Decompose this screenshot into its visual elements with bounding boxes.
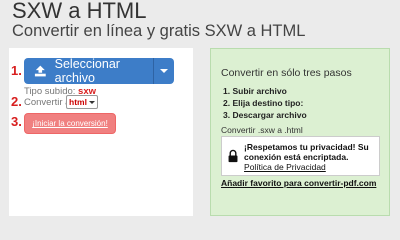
converter-panel: 1. Seleccionar archivo Tipo subido: sxw … — [9, 48, 193, 216]
step-3-number: 3. — [11, 114, 22, 129]
target-format-value: html — [69, 97, 87, 107]
file-select-split-button: Seleccionar archivo — [24, 58, 174, 84]
privacy-heading: ¡Respetamos tu privacidad! Su conexión e… — [244, 142, 369, 162]
privacy-text: ¡Respetamos tu privacidad! Su conexión e… — [244, 142, 373, 172]
step-item-text: Elija destino tipo: — [232, 98, 304, 108]
chevron-down-icon — [160, 69, 168, 73]
lock-icon — [228, 149, 238, 163]
upload-icon — [34, 65, 46, 77]
step-1-number: 1. — [11, 63, 22, 78]
select-file-button[interactable]: Seleccionar archivo — [24, 58, 154, 84]
select-file-label: Seleccionar archivo — [54, 58, 120, 84]
chevron-down-icon — [88, 100, 95, 104]
step-item: 2. Elija destino tipo: — [223, 98, 304, 108]
info-panel: Convertir en sólo tres pasos 1. Subir ar… — [210, 48, 390, 216]
page-subtitle: Convertir en línea y gratis SXW a HTML — [12, 22, 306, 40]
step-item: 1. Subir archivo — [223, 86, 287, 96]
step-item: 3. Descargar archivo — [223, 110, 307, 120]
privacy-notice: ¡Respetamos tu privacidad! Su conexión e… — [221, 136, 380, 176]
step-item-text: Subir archivo — [232, 86, 287, 96]
convert-note: Convertir .sxw a .html — [221, 125, 303, 135]
info-title: Convertir en sólo tres pasos — [221, 67, 352, 79]
start-conversion-button[interactable]: ¡Iniciar la conversión! — [24, 113, 116, 134]
step-item-text: Descargar archivo — [232, 110, 307, 120]
privacy-policy-link[interactable]: Política de Privacidad — [244, 162, 373, 172]
add-favorite-link[interactable]: Añadir favorito para convertir-pdf.com — [221, 178, 376, 188]
upload-source-dropdown[interactable] — [154, 58, 174, 84]
step-2-number: 2. — [11, 94, 22, 109]
target-format-select[interactable]: html — [66, 95, 98, 109]
steps-list: 1. Subir archivo 2. Elija destino tipo: … — [223, 86, 307, 122]
